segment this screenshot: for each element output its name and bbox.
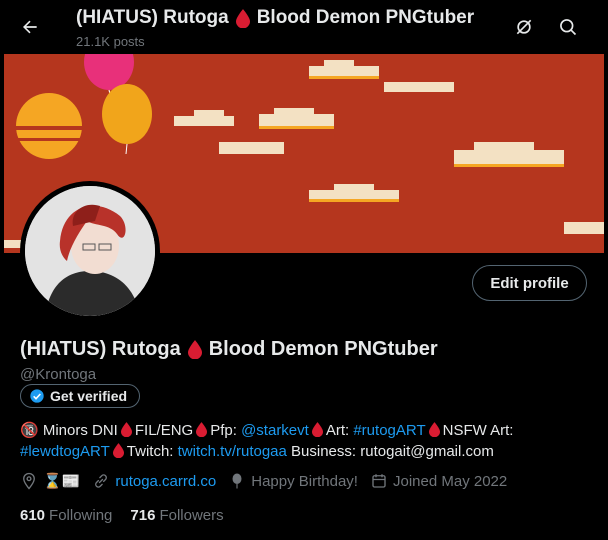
profile-meta: ⌛📰 rutoga.carrd.co Happy Birthday! Joine…: [20, 472, 519, 490]
edit-profile-button[interactable]: Edit profile: [472, 265, 587, 301]
meta-joined: Joined May 2022: [370, 472, 507, 490]
art-hashtag-link[interactable]: #rutogART: [353, 422, 425, 439]
meta-birthday: Happy Birthday!: [228, 472, 358, 490]
bio-art-label: Art:: [325, 422, 350, 439]
balloon-icon: [232, 473, 242, 489]
blood-drop-icon: [187, 340, 202, 359]
following-link[interactable]: 610 Following: [20, 507, 112, 524]
back-arrow-icon: [23, 20, 37, 34]
meta-location: ⌛📰: [20, 472, 80, 490]
blood-drop-icon: [428, 422, 440, 437]
header-title-suffix: Blood Demon PNGtuber: [256, 7, 475, 28]
nsfw-hashtag-link[interactable]: #lewdtogART: [20, 443, 110, 460]
blood-drop-icon: [235, 8, 250, 28]
search-icon: [560, 19, 577, 36]
twitch-link[interactable]: twitch.tv/rutogaa: [178, 443, 287, 460]
following-label: Following: [49, 507, 113, 524]
blood-drop-icon: [311, 422, 323, 437]
bio-nsfw-label: NSFW Art:: [442, 422, 514, 439]
location-icon: [23, 472, 35, 490]
profile-bio: 🔞 Minors DNI FIL/ENG Pfp: @starkevt Art: #r…: [20, 420, 590, 462]
hide-button[interactable]: [510, 13, 538, 41]
back-button[interactable]: [14, 11, 46, 43]
website-link[interactable]: rutoga.carrd.co: [115, 473, 216, 490]
bio-business: Business: rutogait@gmail.com: [291, 443, 494, 460]
pfp-artist-link[interactable]: @starkevt: [241, 422, 309, 439]
location-text: ⌛📰: [43, 473, 81, 490]
bio-language: FIL/ENG: [134, 422, 194, 439]
verified-badge-icon: [30, 389, 44, 403]
profile-header-bar: (HIATUS) Rutoga Blood Demon PNGtuber 21.…: [0, 0, 608, 54]
profile-name-prefix: (HIATUS) Rutoga: [20, 338, 181, 360]
profile-handle: @Krontoga: [20, 366, 97, 383]
profile-name: (HIATUS) Rutoga Blood Demon PNGtuber: [20, 338, 438, 361]
bio-twitch-label: Twitch:: [126, 443, 174, 460]
followers-count: 716: [130, 507, 156, 524]
avatar-image: [25, 186, 155, 316]
blood-drop-icon: [196, 422, 208, 437]
blood-drop-icon: [120, 422, 132, 437]
joined-text: Joined May 2022: [392, 472, 508, 490]
calendar-icon: [372, 474, 386, 488]
link-icon: [95, 474, 108, 488]
bio-pfp-label: Pfp:: [210, 422, 237, 439]
search-button[interactable]: [554, 13, 582, 41]
posts-count: 21.1K posts: [76, 34, 145, 49]
followers-label: Followers: [159, 507, 224, 524]
bio-minors: 🔞 Minors DNI: [20, 422, 118, 439]
get-verified-button[interactable]: Get verified: [20, 384, 141, 408]
meta-website: rutoga.carrd.co: [92, 472, 216, 490]
avatar[interactable]: [20, 181, 160, 321]
followers-link[interactable]: 716 Followers: [130, 507, 223, 524]
get-verified-label: Get verified: [50, 388, 128, 404]
header-title: (HIATUS) Rutoga Blood Demon PNGtuber: [76, 7, 474, 29]
follow-stats: 610 Following 716 Followers: [20, 507, 224, 524]
birthday-text: Happy Birthday!: [251, 472, 358, 490]
following-count: 610: [20, 507, 46, 524]
blood-drop-icon: [112, 443, 124, 458]
header-title-prefix: (HIATUS) Rutoga: [76, 7, 229, 28]
hide-icon: [516, 19, 532, 35]
profile-name-suffix: Blood Demon PNGtuber: [208, 338, 438, 360]
